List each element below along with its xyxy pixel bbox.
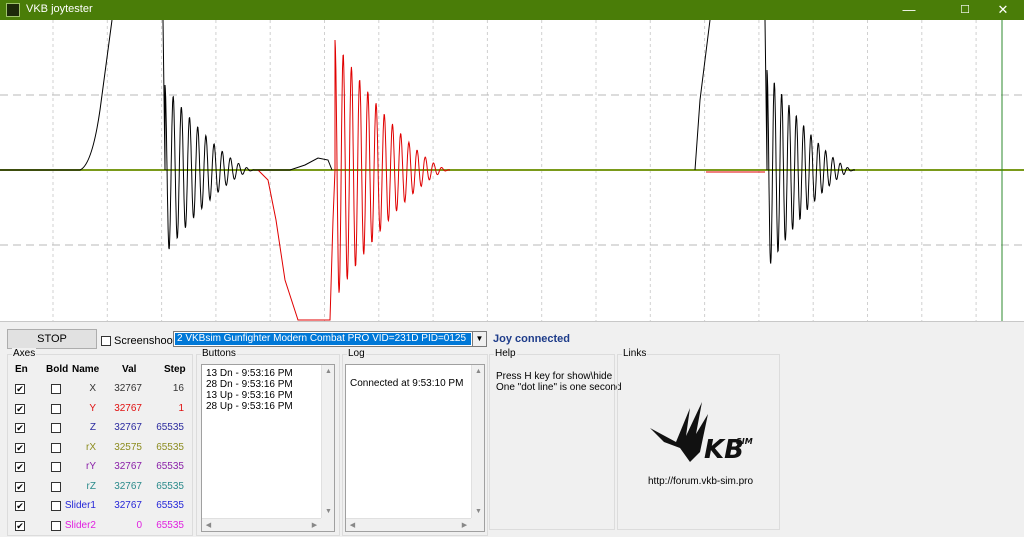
device-select[interactable]: 2 VKBsim Gunfighter Modern Combat PRO VI… (173, 331, 487, 347)
header-step: Step (164, 364, 186, 375)
vkb-logo-icon[interactable]: KB SIM (646, 400, 756, 475)
scroll-left-icon[interactable]: ◀ (202, 519, 215, 532)
joy-status: Joy connected (493, 333, 571, 345)
axis-value: 0 (136, 519, 142, 531)
trace-x-axis (0, 20, 855, 264)
axis-bold-checkbox[interactable] (51, 520, 61, 531)
axis-step: 65535 (156, 480, 184, 492)
help-line: Press H key for show\hide (496, 371, 613, 382)
header-val: Val (122, 364, 137, 375)
scroll-down-icon[interactable]: ▼ (472, 505, 485, 518)
log-group: Log Connected at 9:53:10 PM ▲ ▼ ◀ ▶ (342, 348, 488, 536)
axis-name: Y (89, 402, 96, 414)
axis-step: 16 (172, 383, 184, 394)
axis-value: 32767 (114, 500, 142, 511)
axis-name: rZ (86, 480, 96, 492)
axis-value: 32575 (114, 441, 142, 453)
list-item: 13 Up - 9:53:16 PM (206, 390, 293, 401)
axis-step: 65535 (156, 500, 184, 511)
log-vertical-scrollbar[interactable]: ▲ ▼ (471, 365, 484, 518)
scroll-left-icon[interactable]: ◀ (346, 519, 359, 532)
axis-bold-checkbox[interactable] (51, 423, 61, 433)
screenshoot-label: Screenshoot (114, 335, 176, 347)
axis-name: Slider2 (64, 519, 96, 531)
axis-bold-checkbox[interactable] (51, 403, 61, 414)
axis-bold-checkbox[interactable] (51, 481, 61, 492)
axis-plot (0, 20, 1024, 321)
scroll-corner (321, 518, 334, 531)
buttons-list[interactable]: 13 Dn - 9:53:16 PM 28 Dn - 9:53:16 PM 13… (201, 364, 335, 532)
axis-name: rY (86, 461, 96, 472)
links-group: Links KB SIM http://forum.vkb-sim.pro (617, 348, 780, 530)
log-horizontal-scrollbar[interactable]: ◀ ▶ (346, 518, 471, 531)
buttons-group: Buttons 13 Dn - 9:53:16 PM 28 Dn - 9:53:… (196, 348, 340, 536)
device-selected-value: 2 VKBsim Gunfighter Modern Combat PRO VI… (175, 333, 471, 345)
scroll-up-icon[interactable]: ▲ (322, 365, 335, 378)
axis-value: 32767 (114, 402, 142, 414)
scroll-down-icon[interactable]: ▼ (322, 505, 335, 518)
scroll-up-icon[interactable]: ▲ (472, 365, 485, 378)
buttons-vertical-scrollbar[interactable]: ▲ ▼ (321, 365, 334, 518)
axis-bold-checkbox[interactable] (51, 384, 61, 394)
axis-enable-checkbox[interactable]: ✔ (15, 442, 25, 453)
axis-enable-checkbox[interactable]: ✔ (15, 403, 25, 414)
scroll-right-icon[interactable]: ▶ (458, 519, 471, 532)
list-item: 13 Dn - 9:53:16 PM (206, 368, 293, 379)
axis-step: 65535 (156, 441, 184, 453)
screenshoot-checkbox[interactable] (101, 336, 111, 346)
axis-value: 32767 (114, 422, 142, 433)
header-en: En (15, 364, 28, 375)
axis-bold-checkbox[interactable] (51, 501, 61, 511)
window-title: VKB joytester (26, 3, 93, 15)
stop-button[interactable]: STOP (7, 329, 97, 349)
axis-step: 65535 (156, 422, 184, 433)
buttons-title: Buttons (201, 348, 237, 359)
axes-group: Axes En Bold Name Val Step ✔ X 32767 16 ✔ Y 32… (7, 348, 193, 536)
axis-enable-checkbox[interactable]: ✔ (15, 481, 25, 492)
axis-value: 32767 (114, 461, 142, 472)
axis-step: 1 (178, 402, 184, 414)
axis-bold-checkbox[interactable] (51, 462, 61, 472)
logo-sup: SIM (736, 437, 753, 446)
close-icon[interactable]: ✕ (980, 0, 1024, 20)
links-title: Links (622, 348, 648, 359)
header-name: Name (72, 364, 100, 375)
forum-link[interactable]: http://forum.vkb-sim.pro (648, 476, 753, 487)
axis-enable-checkbox[interactable]: ✔ (15, 384, 25, 394)
dropdown-arrow-icon[interactable]: ▼ (472, 332, 486, 346)
axis-enable-checkbox[interactable]: ✔ (15, 501, 25, 511)
vkb-logo-graphic: KB SIM (650, 402, 753, 465)
axis-enable-checkbox[interactable]: ✔ (15, 423, 25, 433)
axis-enable-checkbox[interactable]: ✔ (15, 462, 25, 472)
log-line: Connected at 9:53:10 PM (350, 378, 464, 389)
help-line: One "dot line" is one second (496, 382, 622, 393)
scroll-corner (471, 518, 484, 531)
axis-step: 65535 (156, 519, 184, 531)
axis-value: 32767 (114, 383, 142, 394)
buttons-horizontal-scrollbar[interactable]: ◀ ▶ (202, 518, 321, 531)
axis-value: 32767 (114, 480, 142, 492)
log-title: Log (347, 348, 366, 359)
minimize-icon[interactable]: — (886, 0, 932, 20)
axis-name: X (89, 383, 96, 394)
axis-step: 65535 (156, 461, 184, 472)
axis-bold-checkbox[interactable] (51, 442, 61, 453)
axis-enable-checkbox[interactable]: ✔ (15, 520, 25, 531)
header-bold: Bold (46, 364, 69, 375)
plot-canvas (0, 20, 1024, 321)
axis-name: rX (86, 441, 96, 453)
trace-y-axis (257, 39, 765, 321)
scroll-right-icon[interactable]: ▶ (308, 519, 321, 532)
list-item: 28 Dn - 9:53:16 PM (206, 379, 293, 390)
title-bar: VKB joytester — ☐ ✕ (0, 0, 1024, 20)
axis-name: Slider1 (64, 500, 96, 511)
help-title: Help (494, 348, 517, 359)
log-list[interactable]: Connected at 9:53:10 PM ▲ ▼ ◀ ▶ (345, 364, 485, 532)
help-group: Help Press H key for show\hide One "dot … (489, 348, 622, 530)
control-panel: STOP Screenshoot 2 VKBsim Gunfighter Mod… (0, 321, 1024, 537)
axis-name: Z (89, 422, 96, 433)
axes-title: Axes (12, 348, 37, 359)
app-icon (6, 3, 20, 17)
list-item: 28 Up - 9:53:16 PM (206, 401, 293, 412)
